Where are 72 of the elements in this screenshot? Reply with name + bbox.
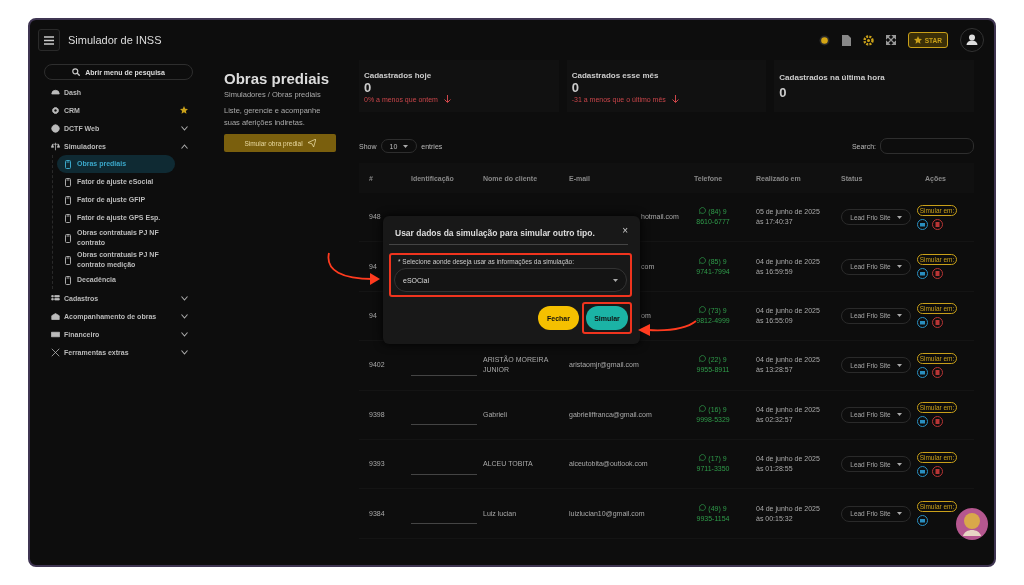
whatsapp-icon <box>699 305 707 313</box>
stat-label: Cadastrados hoje <box>364 71 433 80</box>
caret-icon <box>896 215 902 219</box>
caret-icon <box>613 278 618 282</box>
chevron-icon <box>181 349 188 355</box>
down-arrow-icon <box>443 95 451 103</box>
chevron-icon <box>181 331 188 337</box>
document-icon[interactable] <box>841 34 851 46</box>
caret-icon <box>896 363 902 367</box>
whatsapp-icon <box>699 256 707 264</box>
dialog-title: Usar dados da simulação para simular outro tipo. <box>395 228 595 238</box>
stat-label: Cadastrados na última hora <box>779 72 886 82</box>
print-icon[interactable] <box>917 268 928 280</box>
search-field[interactable] <box>880 138 974 154</box>
menu-item-icon <box>51 293 60 303</box>
user-avatar-icon[interactable] <box>960 28 984 52</box>
print-icon[interactable] <box>917 317 928 329</box>
menu-item-icon <box>51 141 60 151</box>
chevron-icon <box>181 143 188 149</box>
whatsapp-icon <box>699 454 707 462</box>
menu-item-icon <box>51 347 60 357</box>
menu-item-icon <box>51 123 60 133</box>
calculator-icon <box>65 213 71 223</box>
menu-item-icon <box>51 105 60 115</box>
delete-icon[interactable] <box>932 465 943 477</box>
whatsapp-icon <box>699 207 707 215</box>
delete-icon[interactable] <box>932 317 943 329</box>
caret-icon <box>896 462 902 466</box>
search-icon <box>72 68 81 76</box>
stat-label: Cadastrados esse mês <box>571 71 660 80</box>
chevron-icon <box>181 125 188 131</box>
print-icon[interactable] <box>917 218 928 230</box>
menu-item-icon <box>51 87 60 97</box>
delete-icon[interactable] <box>932 268 943 280</box>
star-icon <box>913 36 922 44</box>
menu-button[interactable] <box>38 29 60 51</box>
assistant-avatar-icon[interactable] <box>956 508 988 540</box>
fullscreen-icon[interactable] <box>885 35 896 45</box>
whatsapp-icon <box>699 404 707 412</box>
whatsapp-icon <box>699 503 707 511</box>
calculator-icon <box>65 275 71 285</box>
menu-icon <box>44 35 54 45</box>
send-icon <box>307 139 316 147</box>
calculator-icon <box>65 255 71 265</box>
settings-icon[interactable] <box>862 34 874 46</box>
app-title: Simulador de INSS <box>68 34 162 46</box>
calculator-icon <box>65 159 71 169</box>
caret-icon <box>896 413 902 417</box>
down-arrow-icon <box>671 95 679 103</box>
caret-icon <box>896 512 902 516</box>
print-icon[interactable] <box>917 465 928 477</box>
stat-value: 0 <box>571 80 580 95</box>
caret-icon <box>896 314 902 318</box>
page-title: Obras prediais <box>224 70 331 87</box>
caret-icon <box>896 265 902 269</box>
print-icon[interactable] <box>917 366 928 378</box>
whatsapp-icon <box>699 355 707 363</box>
theme-toggle-icon[interactable] <box>818 34 830 46</box>
chevron-icon <box>181 295 188 301</box>
delete-icon[interactable] <box>932 416 943 428</box>
caret-icon <box>403 144 409 148</box>
calculator-icon <box>65 233 71 243</box>
print-icon[interactable] <box>917 416 928 428</box>
chevron-icon <box>181 313 188 319</box>
print-icon[interactable] <box>917 515 928 527</box>
delete-icon[interactable] <box>932 218 943 230</box>
stat-value: 0 <box>364 80 373 95</box>
close-button[interactable]: × <box>622 223 628 238</box>
calculator-icon <box>65 195 71 205</box>
stat-value: 0 <box>779 85 788 101</box>
calculator-icon <box>65 177 71 187</box>
delete-icon[interactable] <box>932 366 943 378</box>
